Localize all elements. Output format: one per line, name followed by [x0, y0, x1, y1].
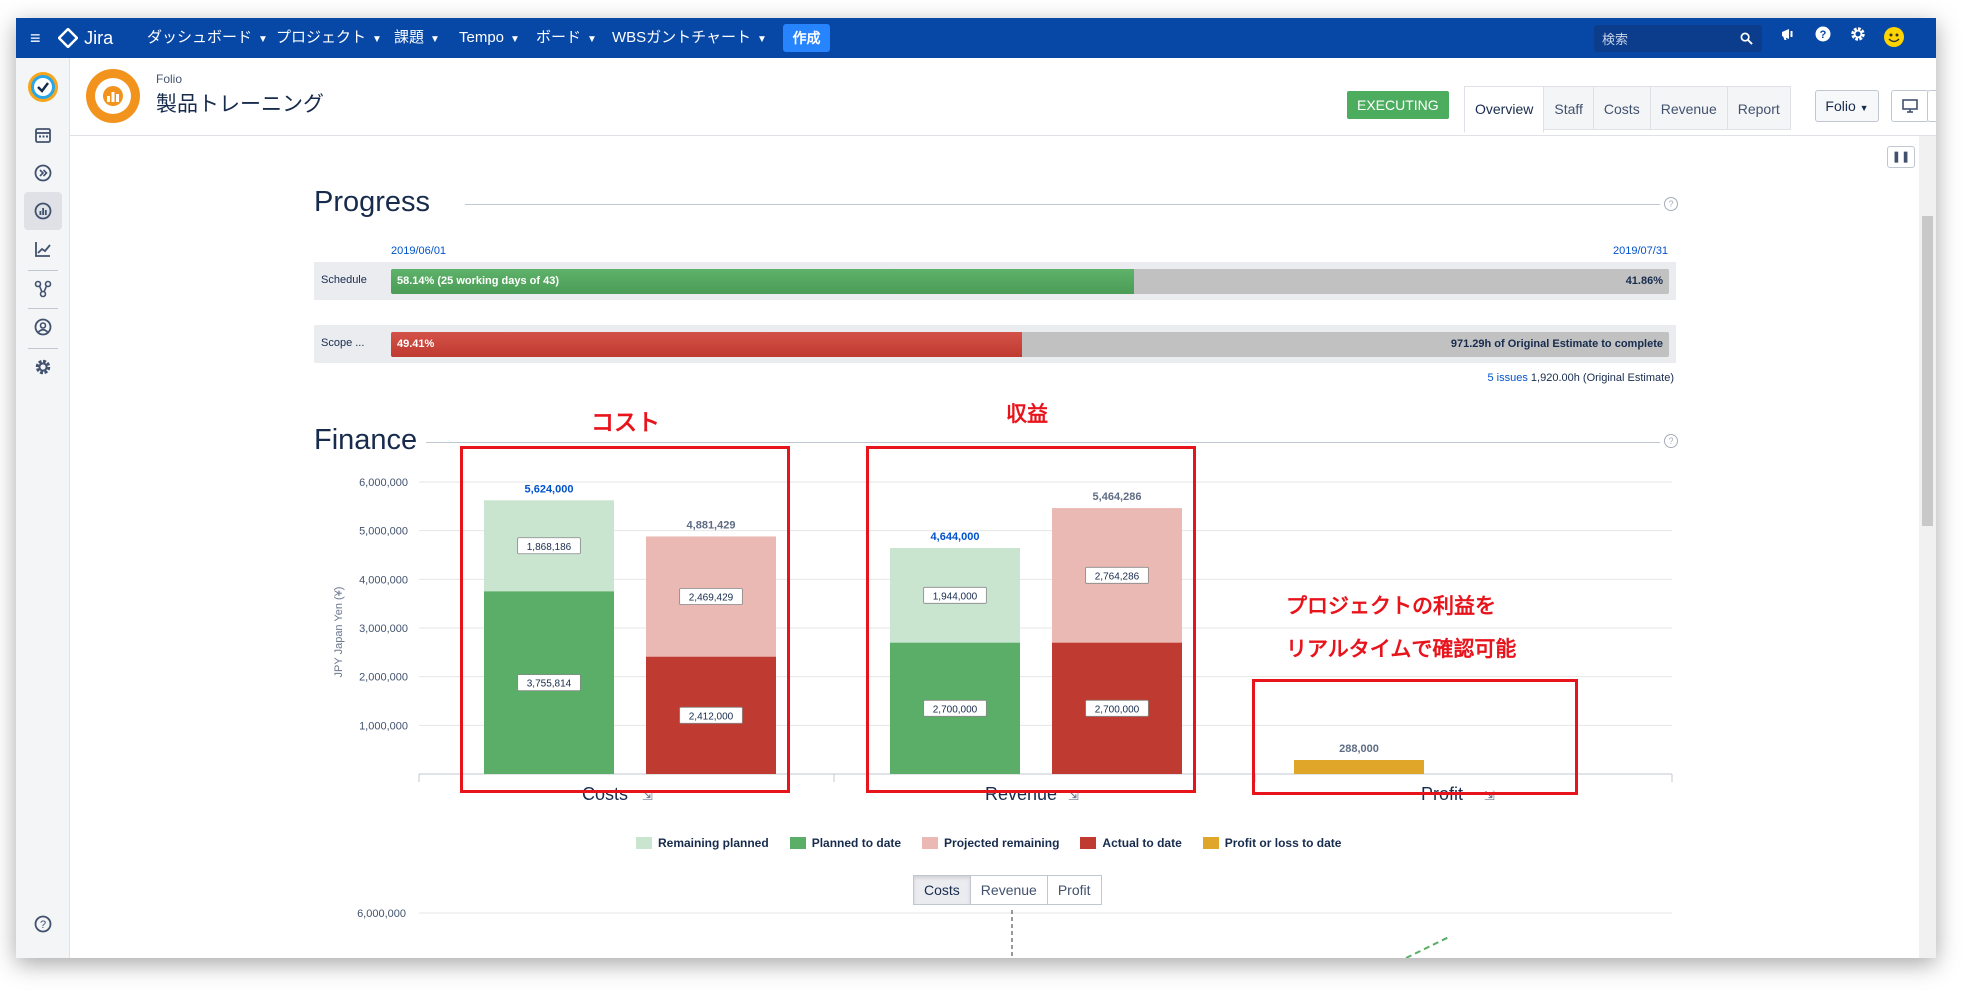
legend-label: Profit or loss to date — [1224, 836, 1342, 850]
lower-finance-chart: 6,000,000 — [357, 908, 1672, 958]
y-tick-label: 5,000,000 — [359, 526, 408, 538]
annotation-revenue: 収益 — [1006, 403, 1048, 426]
legend-item-profit-or-loss[interactable]: Profit or loss to date — [1202, 835, 1342, 851]
legend-item-remaining-planned[interactable]: Remaining planned — [636, 835, 769, 851]
highlight-box-profit — [1252, 679, 1578, 795]
highlight-box-revenue — [866, 446, 1196, 793]
chart-legend: Remaining planned Planned to date Projec… — [636, 835, 1362, 851]
chart-type-toggle: Costs Revenue Profit — [913, 875, 1102, 905]
legend-item-planned-to-date[interactable]: Planned to date — [789, 835, 902, 851]
highlight-box-costs — [460, 446, 790, 793]
legend-label: Actual to date — [1102, 836, 1182, 850]
lower-chart-series-line — [1405, 935, 1452, 958]
legend-swatch — [636, 837, 652, 849]
legend-label: Projected remaining — [944, 836, 1060, 850]
legend-item-projected-remaining[interactable]: Projected remaining — [922, 835, 1059, 851]
chart-tab-profit[interactable]: Profit — [1047, 875, 1102, 905]
legend-label: Remaining planned — [658, 836, 769, 850]
annotation-profit-line1: プロジェクトの利益を — [1286, 595, 1496, 618]
legend-swatch — [1202, 837, 1219, 849]
jira-window: ≡ Jira ダッシュボード ▼ プロジェクト ▼ 課題 ▼ Tempo ▼ ボード ▼ … — [16, 18, 1936, 958]
y-axis-title: JPY Japan Yen (¥) — [333, 587, 345, 678]
annotation-cost: コスト — [591, 409, 660, 435]
legend-swatch — [789, 837, 806, 849]
y-tick-label: 4,000,000 — [359, 574, 408, 586]
y-tick-label: 1,000,000 — [359, 720, 408, 732]
legend-label: Planned to date — [811, 836, 902, 850]
y-tick-label: 6,000,000 — [359, 477, 408, 489]
legend-swatch — [1080, 837, 1097, 849]
annotation-profit-line2: リアルタイムで確認可能 — [1286, 638, 1517, 661]
chart-tab-revenue[interactable]: Revenue — [970, 875, 1048, 905]
chart-tab-costs[interactable]: Costs — [913, 875, 971, 905]
y-tick-label: 3,000,000 — [359, 623, 408, 635]
legend-swatch — [922, 837, 939, 849]
y-tick-label: 2,000,000 — [359, 672, 408, 684]
lower-chart-y-tick: 6,000,000 — [357, 908, 406, 920]
legend-item-actual-to-date[interactable]: Actual to date — [1080, 835, 1182, 851]
